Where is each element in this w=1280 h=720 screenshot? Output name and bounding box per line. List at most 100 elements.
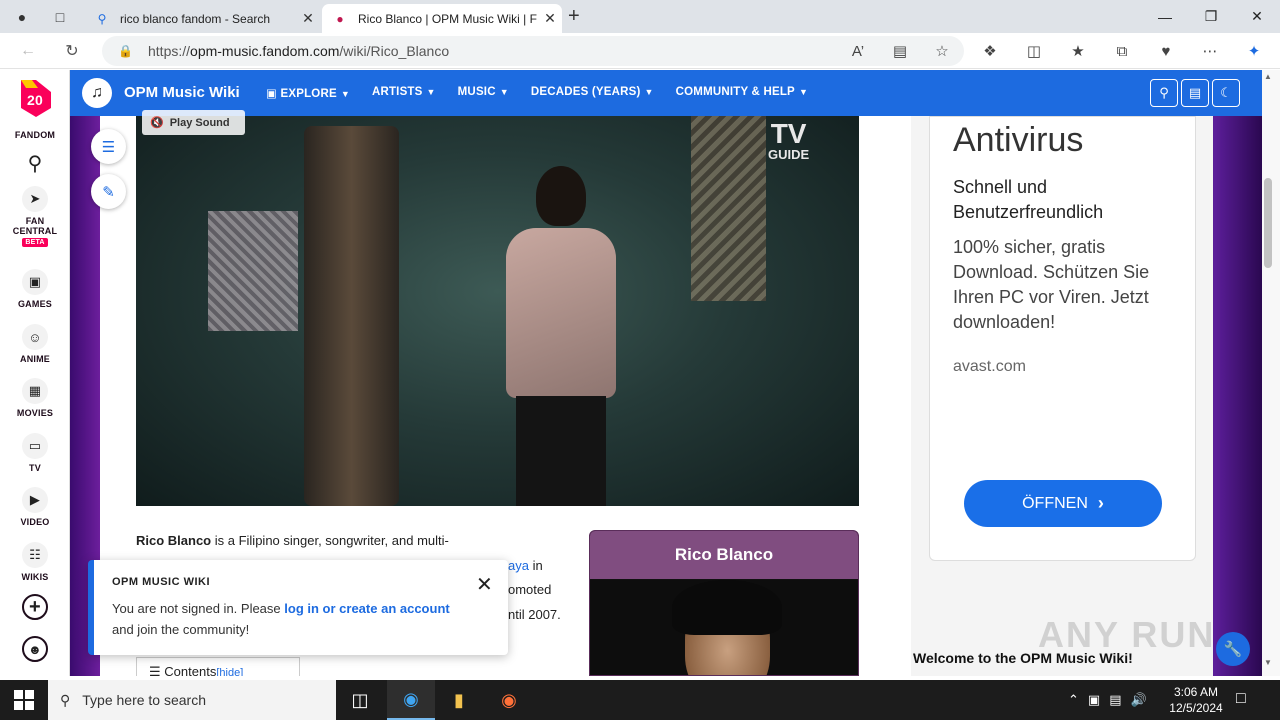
search-icon: ⚲ — [60, 691, 71, 708]
minimize-icon[interactable]: — — [1142, 0, 1188, 33]
edge-icon[interactable]: ◉ — [387, 680, 435, 720]
notifications-icon[interactable]: □ — [1236, 690, 1246, 708]
book-icon: ☷ — [22, 542, 48, 568]
search-icon: ⚲ — [97, 11, 107, 26]
anyrun-watermark: ANY RUN — [1038, 614, 1216, 655]
chevron-right-icon: › — [1097, 493, 1104, 513]
firefox-icon[interactable]: ◉ — [485, 680, 533, 720]
fandom-favicon-icon: ● — [336, 11, 344, 26]
video-icon: ▶ — [22, 487, 48, 513]
search-icon: ⚲ — [27, 152, 43, 175]
caret-down-icon: ▼ — [798, 87, 809, 97]
favorite-star-icon[interactable]: ☆ — [930, 41, 954, 61]
file-explorer-icon[interactable]: ▮ — [435, 680, 483, 720]
compass-icon: ▣ — [266, 88, 281, 100]
nav-decades[interactable]: DECADES (YEARS) ▼ — [531, 86, 654, 100]
table-of-contents: ☰ Contents[hide] — [136, 657, 300, 676]
close-icon[interactable]: ✕ — [476, 572, 493, 597]
url-field[interactable]: 🔒 https://opm-music.fandom.com/wiki/Rico… — [102, 36, 964, 66]
sidebar-item-fan-central[interactable]: ➤ FAN CENTRAL BETA — [0, 186, 70, 247]
fandom-search-button[interactable]: ⚲ — [0, 150, 70, 180]
discussions-icon[interactable]: ▤ — [1181, 79, 1209, 107]
caret-down-icon: ▼ — [499, 87, 509, 97]
more-menu-icon[interactable]: ⋯ — [1198, 41, 1222, 61]
user-account-button[interactable]: ☻ — [0, 636, 70, 666]
play-sound-button[interactable]: 🔇 Play Sound — [142, 110, 245, 135]
wrench-icon[interactable]: 🔧 — [1216, 632, 1250, 666]
favorites-icon[interactable]: ★ — [1066, 41, 1090, 61]
toc-hide-link[interactable]: hide — [219, 667, 240, 676]
table-of-contents-button[interactable]: ☰ — [91, 129, 126, 164]
featured-video[interactable]: TV GUIDE — [136, 116, 859, 506]
sidebar-item-wikis[interactable]: ☷ WIKIS — [0, 542, 70, 582]
windows-start-icon[interactable] — [14, 690, 34, 710]
performance-icon[interactable]: ♥ — [1154, 41, 1178, 61]
user-icon: ☻ — [22, 636, 48, 662]
lock-icon: 🔒 — [118, 44, 133, 58]
movie-icon: ▦ — [22, 378, 48, 404]
video-person — [496, 166, 646, 506]
windows-taskbar: ⚲ Type here to search ◫ ◉ ▮ ◉ ⌃ ▣ ▤ 🔊 3:… — [0, 680, 1280, 720]
scroll-down-icon[interactable]: ▼ — [1264, 658, 1272, 667]
infobox-image[interactable] — [590, 580, 858, 675]
network-icon[interactable]: ▤ — [1109, 692, 1121, 708]
split-screen-icon[interactable]: ◫ — [1022, 41, 1046, 61]
list-icon: ☰ — [101, 138, 116, 156]
gamepad-icon: ▣ — [22, 269, 48, 295]
page-scrollbar[interactable] — [1262, 70, 1280, 676]
login-link[interactable]: log in or create an account — [284, 601, 449, 616]
wiki-header: ♫ OPM Music Wiki ▣ EXPLORE ▼ ARTISTS ▼ MUS… — [70, 70, 1262, 116]
read-aloud-icon[interactable]: A’ — [846, 41, 870, 61]
fandom-global-nav: 20 FANDOM ⚲ ➤ FAN CENTRAL BETA ▣ GAMES ☺… — [0, 70, 70, 676]
close-tab-icon[interactable]: ✕ — [538, 10, 562, 27]
tab-actions-icon[interactable]: □ — [48, 6, 72, 28]
new-tab-icon[interactable]: + — [568, 5, 580, 28]
volume-icon[interactable]: 🔊 — [1131, 692, 1147, 708]
sidebar-item-games[interactable]: ▣ GAMES — [0, 269, 70, 309]
task-view-icon[interactable]: ◫ — [336, 680, 384, 720]
profile-icon[interactable]: ● — [10, 6, 34, 28]
chevron-up-icon[interactable]: ⌃ — [1068, 692, 1079, 708]
infobox: Rico Blanco — [589, 530, 859, 676]
search-icon[interactable]: ⚲ — [1150, 79, 1178, 107]
copilot-icon[interactable]: ✦ — [1242, 41, 1266, 61]
wiki-name[interactable]: OPM Music Wiki — [124, 84, 240, 101]
wiki-logo-icon[interactable]: ♫ — [82, 78, 112, 108]
sign-in-notification: OPM MUSIC WIKI You are not signed in. Pl… — [88, 560, 508, 655]
refresh-icon[interactable]: ↻ — [58, 40, 86, 62]
browser-tab-bar: ● □ ⚲ rico blanco fandom - Search ✕ ● Ri… — [0, 0, 1280, 33]
tab-search[interactable]: ⚲ rico blanco fandom - Search ✕ — [84, 4, 320, 33]
system-clock[interactable]: 3:06 AM 12/5/2024 — [1168, 684, 1224, 716]
taskbar-search[interactable]: ⚲ Type here to search — [48, 680, 336, 720]
restore-icon[interactable]: ❐ — [1188, 0, 1234, 33]
sidebar-item-tv[interactable]: ▭ TV — [0, 433, 70, 473]
sidebar-item-anime[interactable]: ☺ ANIME — [0, 324, 70, 364]
caret-down-icon: ▼ — [340, 89, 350, 99]
nav-music[interactable]: MUSIC ▼ — [458, 86, 509, 100]
article-link[interactable]: aya — [508, 558, 529, 573]
nav-artists[interactable]: ARTISTS ▼ — [372, 86, 436, 100]
collections-icon[interactable]: ⧉ — [1110, 41, 1134, 61]
ad-open-button[interactable]: ÖFFNEN › — [964, 480, 1162, 527]
nav-explore[interactable]: ▣ EXPLORE ▼ — [266, 86, 350, 100]
list-icon: ☰ — [149, 664, 165, 676]
nav-community[interactable]: COMMUNITY & HELP ▼ — [676, 86, 808, 100]
scroll-up-icon[interactable]: ▲ — [1264, 72, 1272, 81]
extensions-icon[interactable]: ❖ — [978, 41, 1002, 61]
sidebar-item-video[interactable]: ▶ VIDEO — [0, 487, 70, 527]
meet-now-icon[interactable]: ▣ — [1088, 692, 1100, 708]
theme-toggle-icon[interactable]: ☾ — [1212, 79, 1240, 107]
immersive-reader-icon[interactable]: ▤ — [888, 41, 912, 61]
advertisement[interactable]: Antivirus Schnell und Benutzerfreundlich… — [929, 116, 1196, 561]
close-window-icon[interactable]: ✕ — [1234, 0, 1280, 33]
infobox-title: Rico Blanco — [590, 531, 858, 579]
create-wiki-button[interactable]: + — [0, 594, 70, 624]
caret-down-icon: ▼ — [644, 87, 654, 97]
close-tab-icon[interactable]: ✕ — [296, 10, 320, 27]
sidebar-item-movies[interactable]: ▦ MOVIES — [0, 378, 70, 418]
back-icon[interactable]: ← — [14, 40, 42, 62]
mute-icon: 🔇 — [150, 117, 164, 129]
scrollbar-thumb[interactable] — [1264, 178, 1272, 268]
tab-wiki[interactable]: ● Rico Blanco | OPM Music Wiki | F ✕ — [322, 4, 562, 33]
edit-button[interactable]: ✎ — [91, 174, 126, 209]
